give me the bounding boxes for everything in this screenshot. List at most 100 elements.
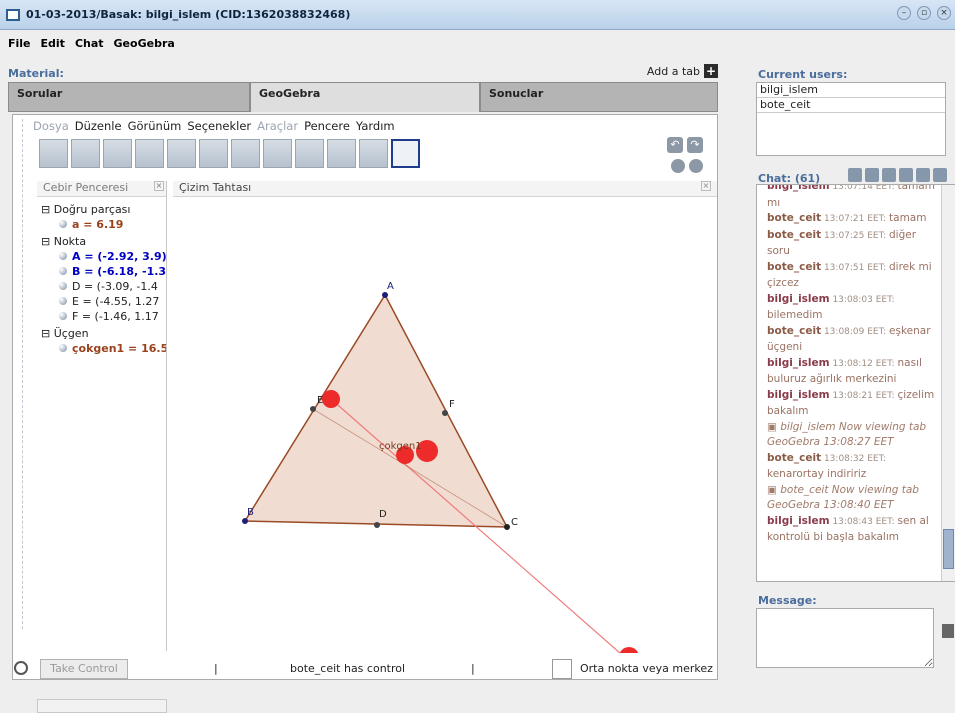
help-icon[interactable] [671, 159, 685, 173]
geogebra-toolbar [39, 139, 420, 168]
tree-item-A[interactable]: A = (-2.92, 3.9) [41, 250, 166, 265]
message-input[interactable] [756, 608, 934, 668]
message-label: Message: [758, 594, 817, 607]
tree-item-B[interactable]: B = (-6.18, -1.3 [41, 265, 166, 280]
users-list: bilgi_islem bote_ceit [756, 82, 946, 156]
move-tool-icon[interactable] [39, 139, 68, 168]
minimize-button[interactable]: – [897, 6, 911, 20]
point-C[interactable] [504, 524, 510, 530]
tree-item-E[interactable]: E = (-4.55, 1.27 [41, 295, 166, 310]
point-A[interactable] [382, 292, 388, 298]
ggb-menu-secenekler[interactable]: Seçenekler [187, 119, 251, 133]
settings-gear-icon[interactable] [689, 159, 703, 173]
chat-timestamp: 13:07:14 EET: [829, 184, 898, 192]
move-view-tool-icon[interactable] [391, 139, 420, 168]
tree-group-triangles[interactable]: ⊟ Üçgen [41, 327, 166, 342]
circle-tool-icon[interactable] [199, 139, 228, 168]
cursor-dot-1 [322, 390, 340, 408]
chat-username: bilgi_islem [767, 514, 830, 527]
close-drawing-icon[interactable]: × [701, 181, 711, 191]
algebra-hscroll[interactable] [37, 699, 167, 713]
ggb-menu-gorunum[interactable]: Görünüm [128, 119, 182, 133]
chat-timestamp: 13:08:09 EET: [821, 326, 890, 337]
line-tool-icon[interactable] [103, 139, 132, 168]
slider-tool-icon[interactable] [359, 139, 388, 168]
chat-scroll-thumb[interactable] [943, 529, 954, 569]
take-control-button[interactable]: Take Control [40, 659, 128, 679]
point-E[interactable] [310, 406, 316, 412]
font-icon[interactable] [916, 168, 930, 182]
tree-item-F[interactable]: F = (-1.46, 1.17 [41, 310, 166, 325]
chat-username: bote_ceit [767, 451, 822, 464]
ggb-menu-araclar[interactable]: Araçlar [257, 119, 298, 133]
menu-file[interactable]: File [8, 37, 31, 50]
algebra-view-title-bar: Cebir Penceresi × [37, 181, 166, 197]
ggb-menu-duzenle[interactable]: Düzenle [75, 119, 122, 133]
perpendicular-tool-icon[interactable] [135, 139, 164, 168]
label-B: B [247, 507, 254, 518]
mode-text: Orta nokta veya merkez [580, 662, 713, 675]
material-tabs: Sorular GeoGebra Sonuclar [8, 82, 718, 112]
chat-message: bilgi_islem 13:08:03 EET: bilemedim [767, 292, 941, 324]
chat-username: bote_ceit [767, 212, 822, 224]
ggb-menu-yardim[interactable]: Yardım [356, 119, 395, 133]
redo-icon[interactable]: ↷ [687, 137, 703, 153]
point-F[interactable] [442, 410, 448, 416]
add-tab-button[interactable]: Add a tab + [647, 64, 718, 78]
geometry-canvas[interactable]: A B C D E F çokgen1 [173, 197, 717, 667]
search-icon[interactable] [848, 168, 862, 182]
tree-group-points[interactable]: ⊟ Nokta [41, 235, 166, 250]
download-icon[interactable] [882, 168, 896, 182]
restore-button[interactable]: ▫ [917, 6, 931, 20]
current-users-label: Current users: [758, 68, 848, 81]
drawing-pad[interactable]: Çizim Tahtası × A B C D E F çokgen1 [173, 181, 717, 667]
tree-item-D[interactable]: D = (-3.09, -1.4 [41, 280, 166, 295]
menu-edit[interactable]: Edit [41, 37, 65, 50]
close-button[interactable]: × [937, 6, 951, 20]
label-E: E [317, 395, 323, 406]
menu-geogebra[interactable]: GeoGebra [114, 37, 175, 50]
ellipse-tool-icon[interactable] [231, 139, 260, 168]
user-item[interactable]: bilgi_islem [757, 83, 945, 98]
tab-sorular[interactable]: Sorular [8, 82, 250, 112]
chat-timestamp: 13:08:32 EET: [821, 453, 887, 464]
tab-sonuclar[interactable]: Sonuclar [480, 82, 718, 112]
triangle-polygon[interactable] [243, 293, 509, 528]
tree-group-segments[interactable]: ⊟ Doğru parçası [41, 203, 166, 218]
menu-chat[interactable]: Chat [75, 37, 104, 50]
point-B[interactable] [242, 518, 248, 524]
undo-icon[interactable]: ↶ [667, 137, 683, 153]
minimize-icon[interactable] [899, 168, 913, 182]
chat-message: bilgi_islem 13:08:12 EET: nasıl buluruz … [767, 356, 941, 388]
point-tool-icon[interactable] [71, 139, 100, 168]
save-icon[interactable] [865, 168, 879, 182]
vertical-slider-rail[interactable] [13, 119, 23, 629]
angle-tool-icon[interactable] [263, 139, 292, 168]
send-icon[interactable] [942, 624, 954, 638]
chat-text: kenarortay indiririz [767, 468, 867, 480]
add-tab-label: Add a tab [646, 64, 700, 78]
text-tool-icon[interactable] [327, 139, 356, 168]
drawing-pad-title: Çizim Tahtası [179, 181, 252, 194]
tree-item-polygon[interactable]: çokgen1 = 16.5 [41, 342, 166, 357]
ggb-menu-dosya[interactable]: Dosya [33, 119, 69, 133]
right-panel: Current users: bilgi_islem bote_ceit Cha… [728, 64, 955, 680]
close-algebra-icon[interactable]: × [154, 181, 164, 191]
chat-timestamp: 13:08:43 EET: [829, 516, 898, 527]
tab-geogebra[interactable]: GeoGebra [250, 82, 480, 112]
tree-item-a[interactable]: a = 6.19 [41, 218, 166, 233]
geogebra-applet: Dosya Düzenle Görünüm Seçenekler Araçlar… [12, 114, 718, 713]
refresh-icon[interactable] [933, 168, 947, 182]
chat-username: bilgi_islem [767, 356, 830, 369]
user-item[interactable]: bote_ceit [757, 98, 945, 113]
point-D[interactable] [374, 522, 380, 528]
chat-timestamp: 13:08:03 EET: [829, 294, 895, 305]
reflect-tool-icon[interactable] [295, 139, 324, 168]
chat-view-notice: ▣ bilgi_islem Now viewing tab GeoGebra 1… [767, 420, 927, 449]
polygon-tool-icon[interactable] [167, 139, 196, 168]
chat-message: bote_ceit 13:07:25 EET: diğer soru [767, 228, 941, 260]
chat-scrollbar[interactable] [941, 185, 955, 581]
menu-bar: File Edit Chat GeoGebra [0, 30, 955, 56]
ggb-menu-pencere[interactable]: Pencere [304, 119, 350, 133]
chat-username: bilgi_islem [767, 184, 830, 192]
